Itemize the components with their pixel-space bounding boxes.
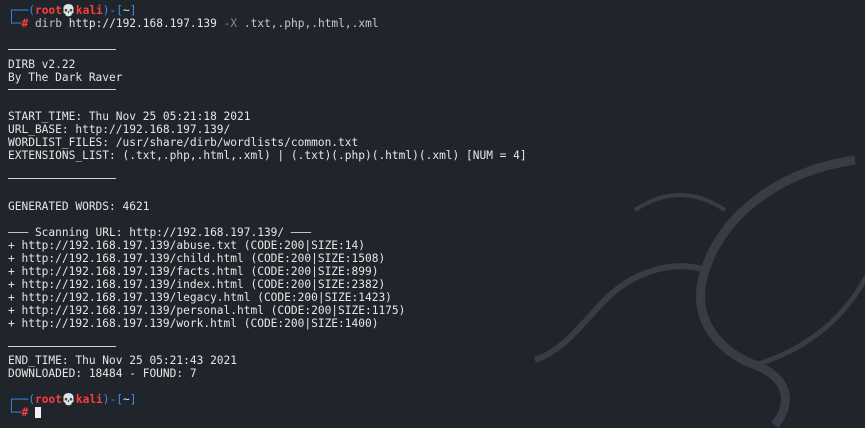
command-extensions: .txt,.php,.html,.xml (243, 17, 379, 30)
text-cursor[interactable] (34, 407, 41, 418)
prompt-dir: ~ (123, 393, 130, 406)
scanning-url: ——— Scanning URL: http://192.168.197.139… (8, 226, 312, 239)
result-line: + http://192.168.197.139/personal.html (… (8, 304, 406, 317)
input-line[interactable]: └─# (8, 406, 41, 419)
result-line: + http://192.168.197.139/index.html (COD… (8, 278, 386, 291)
kali-dragon-watermark (533, 155, 865, 428)
prompt-footer: ┌──(root💀kali)-[~] (8, 393, 137, 406)
result-line: + http://192.168.197.139/child.html (COD… (8, 252, 386, 265)
command-program: dirb (34, 17, 62, 30)
dirb-author: By The Dark Raver (8, 71, 123, 84)
url-base: URL_BASE: http://192.168.197.139/ (8, 123, 231, 136)
separator (8, 346, 116, 347)
prompt-user: root (34, 393, 62, 406)
skull-icon: 💀 (61, 4, 76, 17)
prompt-header: ┌──(root💀kali)-[~] (8, 4, 137, 17)
prompt-host: kali (75, 393, 103, 406)
downloaded-found: DOWNLOADED: 18484 - FOUND: 7 (8, 367, 197, 380)
terminal-window[interactable]: ┌──(root💀kali)-[~] └─# dirb http://192.1… (0, 0, 865, 428)
prompt-user: root (34, 4, 62, 17)
result-line: + http://192.168.197.139/facts.html (COD… (8, 265, 379, 278)
separator (8, 89, 116, 90)
command-flag: -X (223, 17, 238, 30)
prompt-dir: ~ (123, 4, 130, 17)
prompt-symbol: # (21, 17, 29, 30)
wordlist-files: WORDLIST_FILES: /usr/share/dirb/wordlist… (8, 136, 359, 149)
dirb-version: DIRB v2.22 (8, 58, 76, 71)
separator (8, 178, 116, 179)
command-url: http://192.168.197.139 (68, 17, 217, 30)
start-time: START_TIME: Thu Nov 25 05:21:18 2021 (8, 110, 251, 123)
command-line: └─# dirb http://192.168.197.139 -X .txt,… (8, 17, 379, 30)
result-line: + http://192.168.197.139/abuse.txt (CODE… (8, 239, 365, 252)
prompt-symbol: # (21, 406, 29, 419)
prompt-host: kali (75, 4, 103, 17)
separator (8, 49, 116, 50)
skull-icon: 💀 (61, 393, 76, 406)
result-line: + http://192.168.197.139/work.html (CODE… (8, 317, 379, 330)
result-line: + http://192.168.197.139/legacy.html (CO… (8, 291, 392, 304)
generated-words: GENERATED WORDS: 4621 (8, 200, 150, 213)
end-time: END_TIME: Thu Nov 25 05:21:43 2021 (8, 354, 238, 367)
extensions-list: EXTENSIONS_LIST: (.txt,.php,.html,.xml) … (8, 149, 527, 162)
